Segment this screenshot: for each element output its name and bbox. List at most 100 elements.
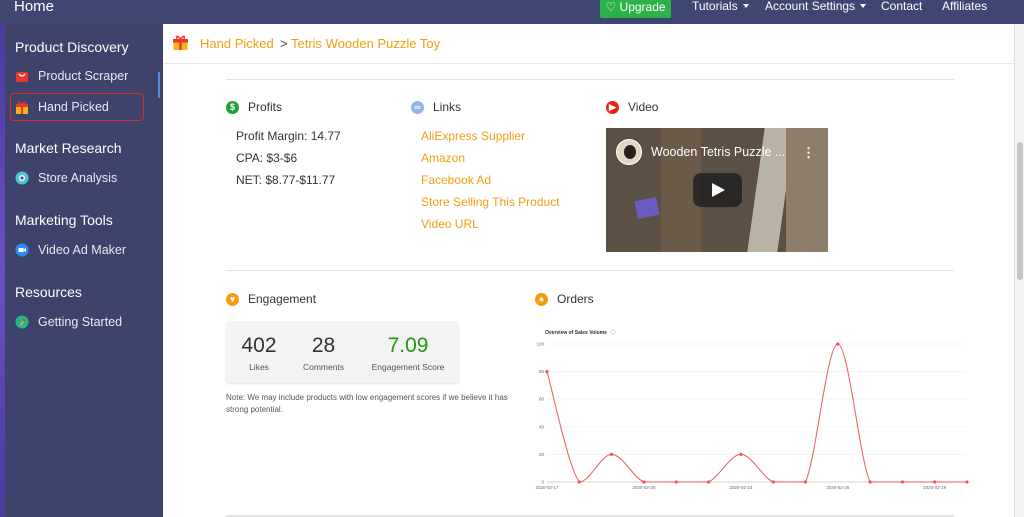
net-value: NET: $8.77-$11.77 [236, 173, 336, 187]
data-point [706, 480, 711, 484]
nav-tutorials-label: Tutorials [692, 0, 738, 13]
rocket-icon [15, 315, 29, 329]
data-point [836, 342, 840, 346]
data-point [739, 452, 743, 456]
channel-avatar[interactable] [616, 139, 642, 165]
breadcrumb-parent[interactable]: Hand Picked [200, 36, 274, 51]
links-title: Links [433, 100, 462, 114]
gift-icon [173, 35, 188, 50]
shopping-bag-icon [16, 72, 28, 82]
orders-title: Orders [557, 292, 594, 306]
nav-contact[interactable]: Contact [881, 0, 922, 13]
link-video-url[interactable]: Video URL [421, 217, 479, 231]
eye-icon [15, 171, 29, 185]
heart-icon: ♥ [226, 292, 239, 306]
sidebar-item-store-analysis[interactable]: Store Analysis [15, 171, 117, 185]
sidebar-section-resources: Resources [15, 284, 82, 300]
cpa-value: CPA: $3-$6 [236, 151, 298, 165]
sales-volume-chart: Overview of Sales Volume 0 20 40 60 80 100 2020… [535, 329, 969, 490]
orders-chart: Overview of Sales Volume 0 20 40 60 80 100 2020… [533, 322, 973, 492]
more-options-icon[interactable]: ⋮ [802, 145, 815, 161]
product-detail-content: $ Profits Profit Margin: 14.77 CPA: $3-$… [163, 64, 1014, 517]
data-point [642, 480, 646, 484]
engagement-stats: 402 Likes 28 Comments 7.09 Engagement Sc… [226, 321, 459, 383]
gift-icon [16, 101, 28, 114]
comments-count: 28 [311, 334, 336, 357]
profit-margin: Profit Margin: 14.77 [236, 129, 341, 143]
breadcrumb: Hand Picked > Tetris Wooden Puzzle Toy [163, 24, 1014, 64]
video-player[interactable]: Wooden Tetris Puzzle ... ⋮ [606, 128, 828, 252]
chevron-down-icon [860, 3, 867, 8]
y-tick-label: 60 [539, 397, 545, 402]
video-header: ▶ Video [606, 100, 658, 114]
tag-icon: ● [535, 292, 548, 306]
video-frame-shape [634, 196, 660, 220]
video-title: Video [628, 100, 659, 114]
play-circle-icon: ▶ [606, 100, 619, 114]
sidebar-section-marketing-tools: Marketing Tools [15, 212, 113, 228]
sidebar: Product Discovery Product Scraper Hand P… [5, 24, 163, 517]
data-point [771, 480, 775, 484]
sidebar-item-label: Product Scraper [38, 69, 129, 83]
link-icon: ∞ [411, 100, 424, 114]
play-button[interactable] [693, 173, 742, 207]
link-aliexpress-supplier[interactable]: AliExpress Supplier [421, 129, 525, 143]
home-link[interactable]: Home [14, 0, 54, 15]
engagement-note: Note: We may include products with low e… [226, 393, 508, 414]
y-tick-label: 40 [539, 424, 545, 429]
profits-title: Profits [248, 100, 283, 114]
data-point [610, 452, 614, 456]
comments-stat: 28 Comments [296, 334, 351, 372]
link-store-selling[interactable]: Store Selling This Product [421, 195, 560, 209]
breadcrumb-separator: > [280, 36, 288, 51]
data-point [868, 480, 872, 484]
nav-tutorials[interactable]: Tutorials [692, 0, 749, 13]
chevron-down-icon [742, 3, 749, 8]
sidebar-section-market-research: Market Research [15, 140, 122, 156]
y-tick-label: 80 [539, 369, 545, 374]
chart-title: Overview of Sales Volume [545, 330, 607, 336]
divider [226, 270, 954, 271]
engagement-score-value: 7.09 [387, 334, 429, 357]
x-tick-label: 2020-02-29 [923, 485, 947, 490]
sidebar-item-label: Store Analysis [38, 171, 118, 185]
sidebar-active-indicator [158, 72, 160, 98]
sidebar-item-product-scraper[interactable]: Product Scraper [15, 69, 128, 83]
sidebar-item-video-ad-maker[interactable]: Video Ad Maker [15, 243, 126, 257]
data-point [900, 480, 904, 484]
scrollbar-thumb[interactable] [1017, 142, 1023, 280]
breadcrumb-current: Tetris Wooden Puzzle Toy [291, 36, 441, 51]
x-tick-label: 2020-02-20 [632, 485, 656, 490]
y-tick-label: 20 [539, 452, 545, 457]
data-point [965, 480, 969, 484]
comments-label: Comments [302, 362, 345, 372]
series-line [546, 343, 967, 483]
links-header: ∞ Links [411, 100, 461, 114]
link-facebook-ad[interactable]: Facebook Ad [421, 173, 491, 187]
nav-account-settings[interactable]: Account Settings [765, 0, 867, 13]
orders-header: ● Orders [535, 292, 594, 306]
upgrade-button[interactable]: ♡ Upgrade [600, 0, 671, 18]
x-tick-label: 2020-02-23 [729, 485, 753, 490]
data-point [933, 480, 937, 484]
sidebar-item-hand-picked[interactable]: Hand Picked [10, 93, 144, 121]
dollar-icon: $ [226, 100, 239, 114]
sidebar-item-label: Video Ad Maker [38, 243, 127, 257]
video-camera-icon [15, 243, 29, 257]
data-point [545, 370, 549, 374]
link-amazon[interactable]: Amazon [421, 151, 465, 165]
video-thumbnail-title[interactable]: Wooden Tetris Puzzle ... [651, 145, 785, 159]
y-tick-label: 0 [541, 480, 544, 485]
nav-affiliates[interactable]: Affiliates [942, 0, 987, 13]
info-icon [610, 329, 616, 335]
x-tick-label: 2020-02-26 [826, 485, 850, 490]
divider [226, 79, 954, 80]
profits-header: $ Profits [226, 100, 282, 114]
sidebar-section-product-discovery: Product Discovery [15, 39, 129, 55]
data-point [803, 480, 808, 484]
sidebar-item-getting-started[interactable]: Getting Started [15, 315, 122, 329]
likes-stat: 402 Likes [234, 334, 284, 372]
data-point [674, 480, 678, 484]
sidebar-item-label: Hand Picked [38, 100, 109, 114]
y-tick-label: 100 [536, 342, 544, 347]
